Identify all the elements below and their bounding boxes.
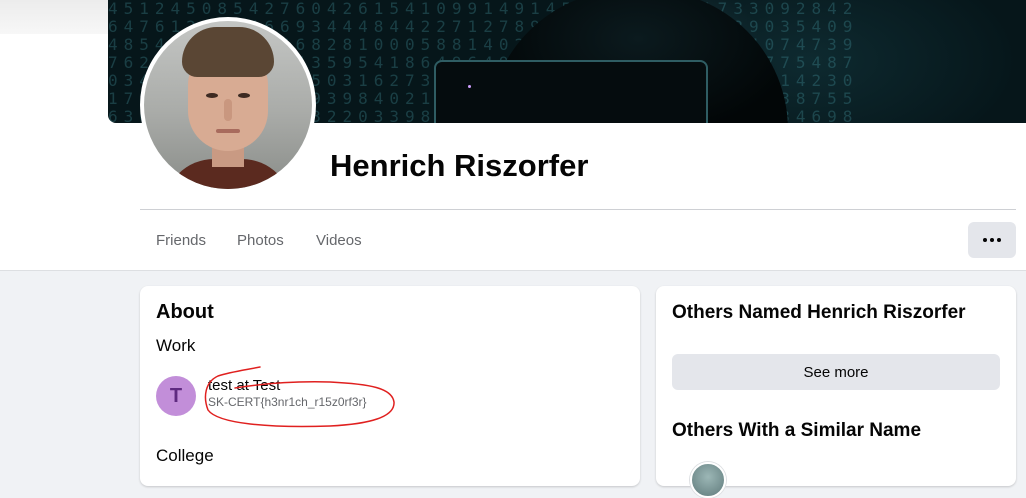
top-left-band [0, 0, 108, 34]
similar-profile-avatar[interactable] [690, 462, 726, 498]
profile-name: Henrich Riszorfer [330, 148, 589, 183]
work-entry: test at Test [208, 377, 280, 394]
profile-header: 4512450854276042615410991491456219425317… [0, 0, 1026, 271]
see-more-button[interactable]: See more [672, 354, 1000, 390]
tab-photos[interactable]: Photos [237, 226, 284, 256]
tab-videos[interactable]: Videos [316, 226, 362, 256]
similar-name-title: Others With a Similar Name [672, 420, 922, 441]
about-card: About Work T test at Test SK-CERT{h3nr1c… [140, 286, 640, 486]
others-named-title: Others Named Henrich Riszorfer [672, 302, 966, 323]
work-position: test [208, 377, 233, 394]
college-heading: College [156, 446, 214, 465]
others-named-card: Others Named Henrich Riszorfer See more … [656, 286, 1016, 498]
profile-photo [144, 21, 312, 189]
work-heading: Work [156, 336, 196, 355]
work-avatar[interactable]: T [156, 376, 196, 416]
work-description: SK-CERT{h3nr1ch_r15z0rf3r} [208, 395, 367, 409]
work-employer-link[interactable]: Test [253, 377, 281, 394]
more-horizontal-icon [983, 238, 1001, 242]
about-title: About [156, 301, 214, 323]
header-divider [140, 209, 1016, 210]
tab-friends[interactable]: Friends [156, 226, 206, 256]
work-connector: at [232, 377, 253, 394]
cover-laptop [434, 60, 708, 123]
cover-laptop-led [468, 85, 471, 88]
profile-avatar[interactable] [140, 17, 316, 193]
more-options-button[interactable] [968, 222, 1016, 258]
